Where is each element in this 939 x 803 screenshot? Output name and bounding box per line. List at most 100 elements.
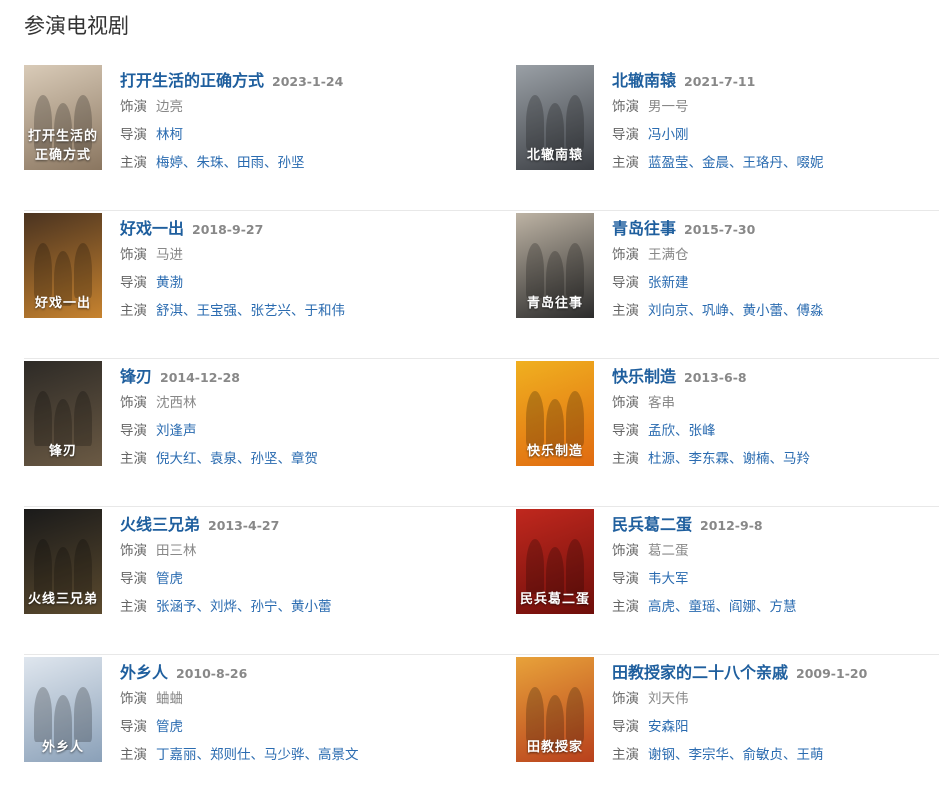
director-link[interactable]: 张新建 xyxy=(648,275,689,291)
cast-member-link[interactable]: 王珞丹 xyxy=(743,155,784,171)
show-title-link[interactable]: 民兵葛二蛋 xyxy=(612,511,692,535)
cast-member-link[interactable]: 蓝盈莹 xyxy=(648,155,689,171)
cast-label: 主演 xyxy=(120,747,147,763)
director-link[interactable]: 张峰 xyxy=(689,423,716,439)
role-line: 饰演 蛐蛐 xyxy=(120,685,516,713)
cast-member-link[interactable]: 方慧 xyxy=(770,599,797,615)
separator: 、 xyxy=(783,155,797,171)
director-label: 导演 xyxy=(120,571,147,587)
cast-member-link[interactable]: 巩峥 xyxy=(702,303,729,319)
poster-figure xyxy=(526,243,544,298)
cast-member-link[interactable]: 杜源 xyxy=(648,451,675,467)
separator: 、 xyxy=(675,747,689,763)
show-title-link[interactable]: 好戏一出 xyxy=(120,215,184,239)
role-label: 饰演 xyxy=(120,691,147,707)
show-poster[interactable]: 北辙南辕 xyxy=(516,65,594,170)
show-title-link[interactable]: 锋刃 xyxy=(120,363,152,387)
director-link[interactable]: 管虎 xyxy=(156,571,183,587)
separator: 、 xyxy=(769,451,784,467)
director-link[interactable]: 安森阳 xyxy=(648,719,689,735)
cast-member-link[interactable]: 高虎 xyxy=(648,599,675,615)
cast-member-link[interactable]: 谢钢 xyxy=(648,747,675,763)
cast-member-link[interactable]: 田雨 xyxy=(237,155,264,171)
cast-member-link[interactable]: 黄小蕾 xyxy=(291,599,332,615)
cast-member-link[interactable]: 马少骅 xyxy=(264,747,305,763)
director-link[interactable]: 冯小刚 xyxy=(648,127,689,143)
show-row: 好戏一出 好戏一出 2018-9-27 饰演 马进 导演 黄渤 主演 舒淇、王宝强、张艺兴、于和… xyxy=(24,211,939,359)
director-link[interactable]: 管虎 xyxy=(156,719,183,735)
cast-member-link[interactable]: 章贺 xyxy=(291,451,318,467)
cast-label: 主演 xyxy=(612,451,639,467)
show-title-link[interactable]: 外乡人 xyxy=(120,659,168,683)
cast-member-link[interactable]: 于和伟 xyxy=(305,303,346,319)
show-poster[interactable]: 田教授家 xyxy=(516,657,594,762)
cast-member-link[interactable]: 倪大红 xyxy=(156,451,197,467)
role-line: 饰演 沈西林 xyxy=(120,389,516,417)
cast-member-link[interactable]: 孙坚 xyxy=(251,451,278,467)
cast-member-link[interactable]: 张涵予 xyxy=(156,599,197,615)
show-title-link[interactable]: 快乐制造 xyxy=(612,363,676,387)
show-poster[interactable]: 外乡人 xyxy=(24,657,102,762)
poster-figure xyxy=(566,95,584,150)
show-title-link[interactable]: 田教授家的二十八个亲戚 xyxy=(612,659,788,683)
cast-member-link[interactable]: 谢楠 xyxy=(743,451,770,467)
cast-member-link[interactable]: 俞敏贞 xyxy=(743,747,784,763)
cast-member-link[interactable]: 郑则仕 xyxy=(210,747,251,763)
show-title-link[interactable]: 打开生活的正确方式 xyxy=(120,67,264,91)
show-title-link[interactable]: 青岛往事 xyxy=(612,215,676,239)
cast-member-link[interactable]: 李东霖 xyxy=(689,451,730,467)
show-card: 快乐制造 快乐制造 2013-6-8 饰演 客串 导演 孟欣、张峰 主演 杜源、李东霖、谢楠、马… xyxy=(516,359,939,506)
cast-line: 主演 张涵予、刘烨、孙宁、黄小蕾 xyxy=(120,593,516,621)
cast-member-link[interactable]: 王萌 xyxy=(797,747,824,763)
director-link[interactable]: 韦大军 xyxy=(648,571,689,587)
cast-member-link[interactable]: 高景文 xyxy=(318,747,359,763)
cast-member-link[interactable]: 傅淼 xyxy=(797,303,824,319)
cast-member-link[interactable]: 孙宁 xyxy=(251,599,278,615)
show-poster[interactable]: 青岛往事 xyxy=(516,213,594,318)
show-poster[interactable]: 好戏一出 xyxy=(24,213,102,318)
cast-line: 主演 刘向京、巩峥、黄小蕾、傅淼 xyxy=(612,297,939,325)
cast-member-link[interactable]: 黄小蕾 xyxy=(743,303,784,319)
cast-member-link[interactable]: 舒淇 xyxy=(156,303,183,319)
show-card: 锋刃 锋刃 2014-12-28 饰演 沈西林 导演 刘逢声 主演 倪大红、袁泉、孙坚、章贺 xyxy=(24,359,516,506)
director-label: 导演 xyxy=(612,127,639,143)
cast-member-link[interactable]: 刘向京 xyxy=(648,303,689,319)
show-poster[interactable]: 快乐制造 xyxy=(516,361,594,466)
cast-label: 主演 xyxy=(120,451,147,467)
show-info: 好戏一出 2018-9-27 饰演 马进 导演 黄渤 主演 舒淇、王宝强、张艺兴、于和伟 xyxy=(120,213,516,358)
show-title-link[interactable]: 火线三兄弟 xyxy=(120,511,200,535)
poster-title-text: 打开生活的正确方式 xyxy=(28,129,99,163)
cast-member-link[interactable]: 阎娜 xyxy=(729,599,756,615)
cast-member-link[interactable]: 王宝强 xyxy=(197,303,238,319)
show-poster[interactable]: 火线三兄弟 xyxy=(24,509,102,614)
cast-member-link[interactable]: 张艺兴 xyxy=(251,303,292,319)
cast-member-link[interactable]: 孙坚 xyxy=(278,155,305,171)
cast-member-link[interactable]: 马羚 xyxy=(783,451,810,467)
role-label: 饰演 xyxy=(120,247,147,263)
show-info: 锋刃 2014-12-28 饰演 沈西林 导演 刘逢声 主演 倪大红、袁泉、孙坚、章贺 xyxy=(120,361,516,506)
cast-member-link[interactable]: 啜妮 xyxy=(797,155,824,171)
cast-member-link[interactable]: 袁泉 xyxy=(210,451,237,467)
show-poster[interactable]: 打开生活的正确方式 xyxy=(24,65,102,170)
cast-member-link[interactable]: 李宗华 xyxy=(689,747,730,763)
cast-member-link[interactable]: 金晨 xyxy=(702,155,729,171)
show-poster[interactable]: 锋刃 xyxy=(24,361,102,466)
cast-member-link[interactable]: 梅婷 xyxy=(156,155,183,171)
separator: 、 xyxy=(250,747,265,763)
director-link[interactable]: 黄渤 xyxy=(156,275,183,291)
cast-member-link[interactable]: 刘烨 xyxy=(210,599,237,615)
cast-member-link[interactable]: 朱珠 xyxy=(197,155,224,171)
director-link[interactable]: 刘逢声 xyxy=(156,423,197,439)
show-title-link[interactable]: 北辙南辕 xyxy=(612,67,676,91)
cast-member-link[interactable]: 丁嘉丽 xyxy=(156,747,197,763)
role-line: 饰演 王满仓 xyxy=(612,241,939,269)
cast-label: 主演 xyxy=(120,303,147,319)
cast-member-link[interactable]: 童瑶 xyxy=(689,599,716,615)
show-info: 火线三兄弟 2013-4-27 饰演 田三林 导演 管虎 主演 张涵予、刘烨、孙宁、黄小蕾 xyxy=(120,509,516,654)
director-link[interactable]: 林柯 xyxy=(156,127,183,143)
show-poster[interactable]: 民兵葛二蛋 xyxy=(516,509,594,614)
separator: 、 xyxy=(196,747,211,763)
director-label: 导演 xyxy=(120,719,147,735)
director-label: 导演 xyxy=(612,571,639,587)
director-link[interactable]: 孟欣 xyxy=(648,423,675,439)
